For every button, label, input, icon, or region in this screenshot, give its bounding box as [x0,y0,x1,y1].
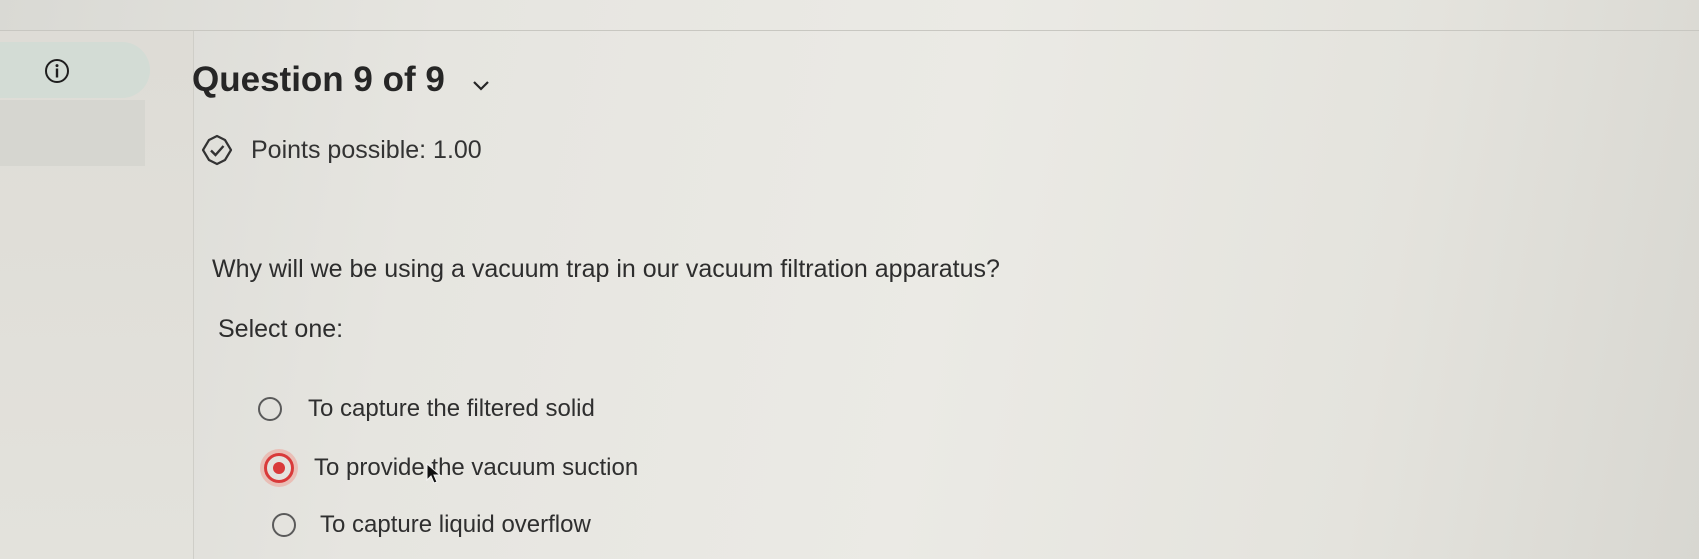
option-label: To capture the filtered solid [308,395,595,422]
check-badge-icon [201,134,233,166]
answer-option-1[interactable]: To capture the filtered solid [250,389,630,429]
radio-button-selected[interactable] [264,453,294,483]
chevron-down-icon[interactable] [471,79,491,93]
answer-option-2[interactable]: To provide the vacuum suction [250,448,670,488]
option-label: To capture liquid overflow [320,511,591,538]
rail-nav-block [0,100,145,166]
radio-button[interactable] [272,513,296,537]
info-icon[interactable] [44,58,70,84]
mouse-cursor-icon [426,463,442,484]
question-prompt: Why will we be using a vacuum trap in ou… [212,255,1000,283]
option-label: To provide the vacuum suction [314,454,639,481]
info-tab-button[interactable] [0,42,150,98]
top-divider [0,30,1699,31]
select-instruction: Select one: [218,315,344,343]
points-possible: Points possible: 1.00 [251,136,482,164]
radio-button[interactable] [258,397,282,421]
answer-option-3[interactable]: To capture liquid overflow [258,505,638,545]
question-title[interactable]: Question 9 of 9 [192,60,445,100]
